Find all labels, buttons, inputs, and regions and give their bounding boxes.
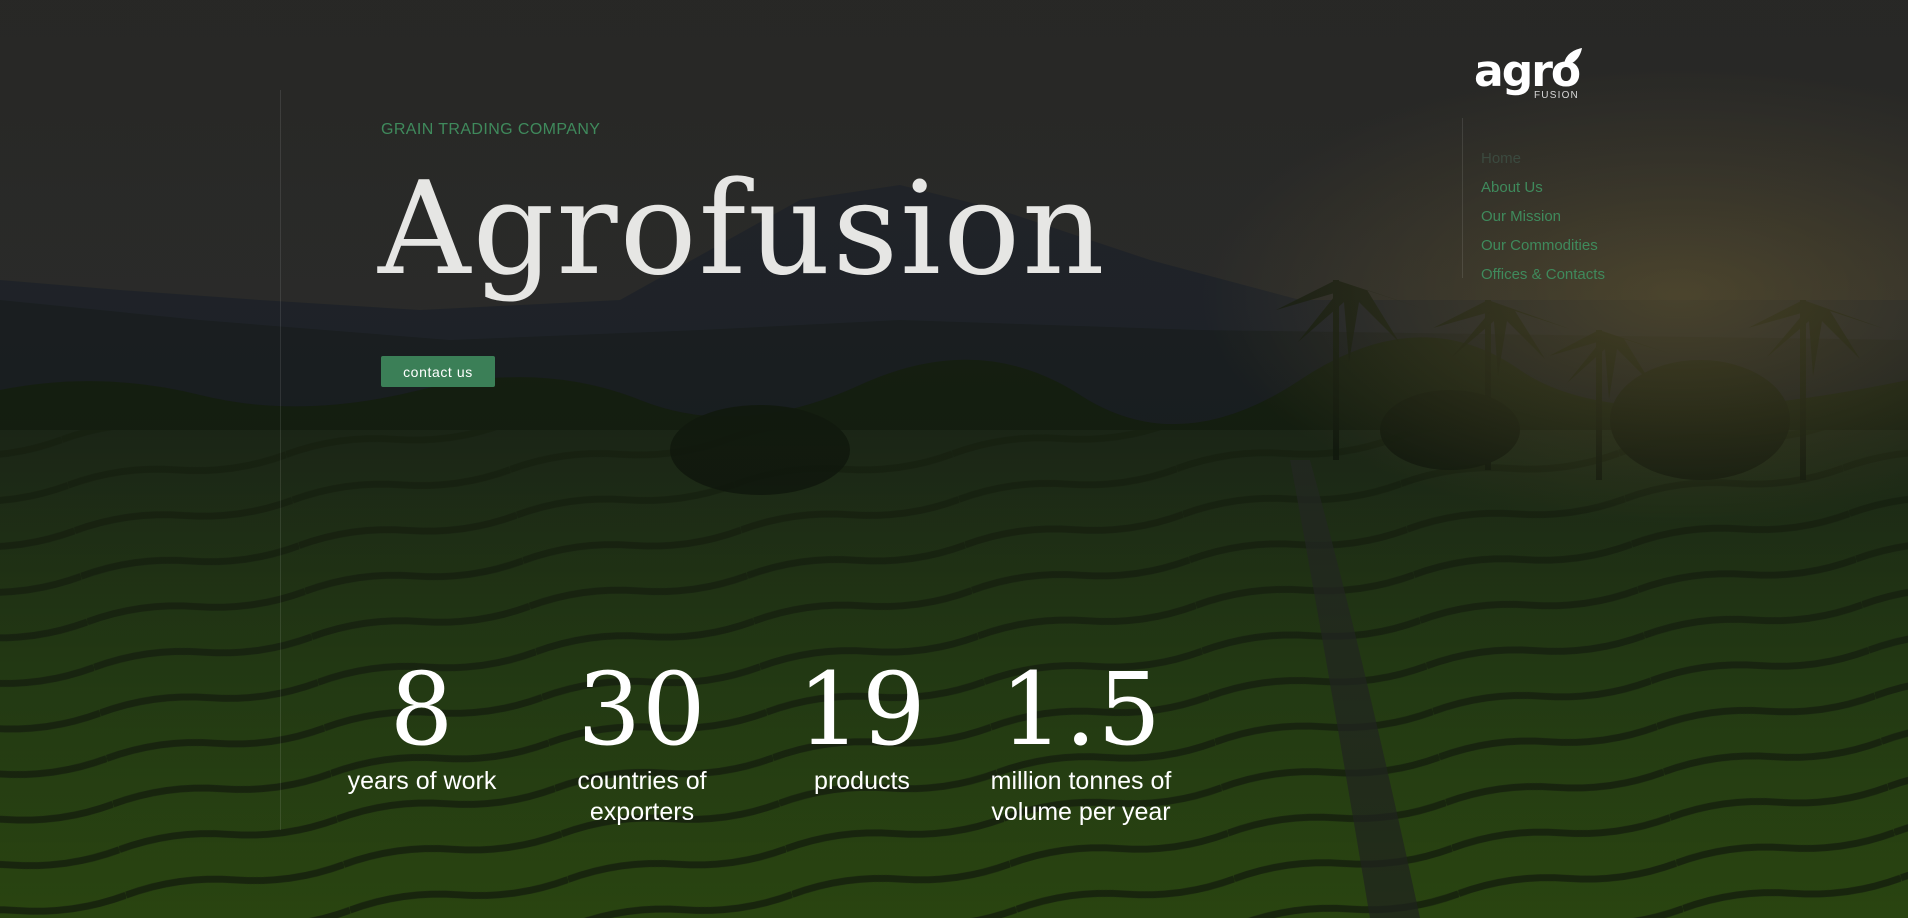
stat-value: 8 [389,651,455,768]
logo-subtitle: FUSION [1534,90,1579,101]
stat-value: 1.5 [999,651,1163,768]
stat-countries: 30 countries of exporters [542,660,742,828]
nav-item-our-commodities[interactable]: Our Commodities [1481,231,1605,260]
stat-label-line: exporters [589,798,695,826]
stat-years: 8 years of work [322,660,522,797]
hero-section: GRAIN TRADING COMPANY Agrofusion contact… [0,0,1908,918]
nav-item-our-mission[interactable]: Our Mission [1481,202,1605,231]
nav-item-about-us[interactable]: About Us [1481,173,1605,202]
contact-us-button[interactable]: contact us [381,356,495,387]
stat-value: 19 [797,651,927,768]
vertical-divider-left [280,90,281,830]
vertical-divider-nav [1462,118,1463,278]
company-tagline: GRAIN TRADING COMPANY [381,121,601,138]
stat-products: 19 products [762,660,962,797]
nav-item-offices-contacts[interactable]: Offices & Contacts [1481,260,1605,289]
stat-value: 30 [577,651,707,768]
stat-label: million tonnes of volume per year [961,766,1201,828]
stat-volume: 1.5 million tonnes of volume per year [961,660,1201,828]
stat-label: products [814,767,910,795]
stat-label: years of work [347,767,497,795]
logo[interactable]: agro FUSION [1474,46,1584,106]
main-nav: Home About Us Our Mission Our Commoditie… [1481,144,1605,289]
page-title: Agrofusion [378,155,1107,304]
stat-label-line: volume per year [991,798,1171,826]
stat-label: countries of exporters [542,766,742,828]
nav-item-home[interactable]: Home [1481,144,1605,173]
stat-label-line: million tonnes of [990,767,1172,795]
leaf-icon [1564,48,1582,66]
stat-label-line: countries of [577,767,707,795]
